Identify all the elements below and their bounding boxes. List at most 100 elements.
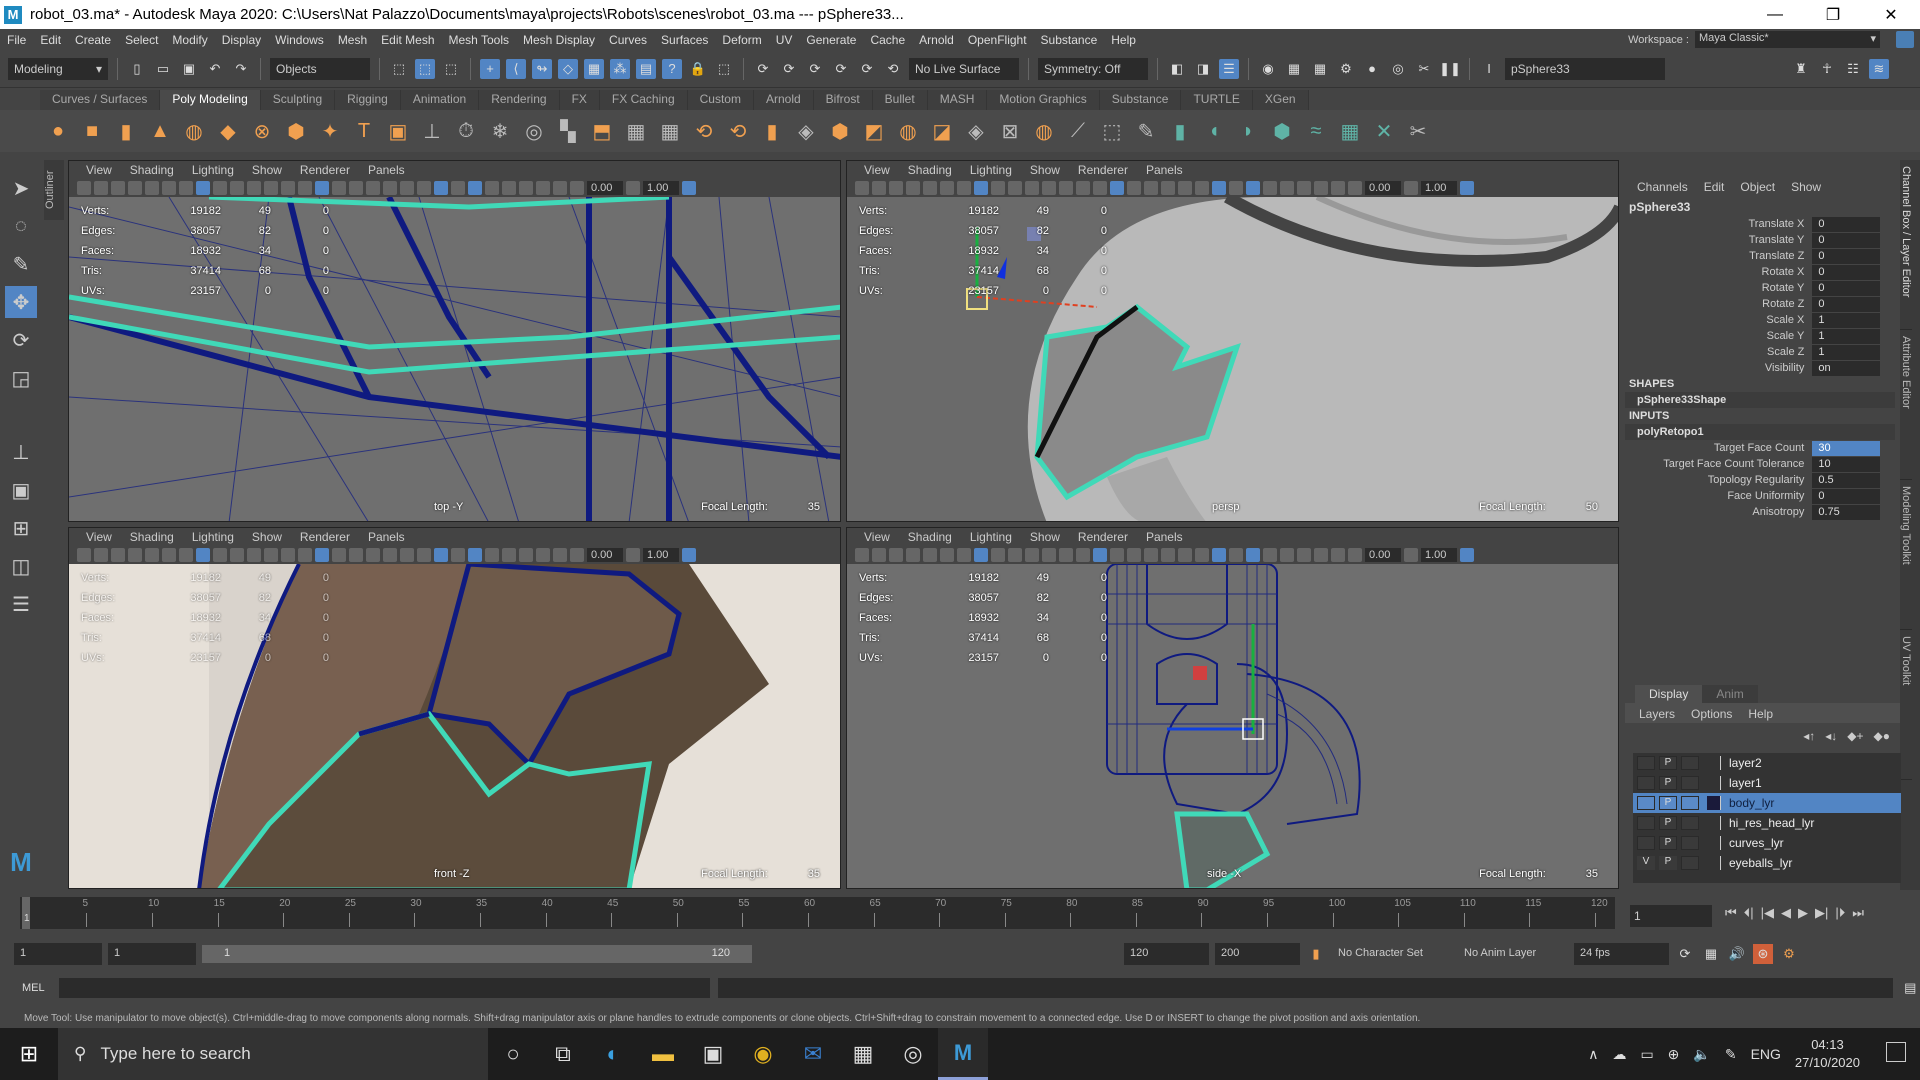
new-layer-icon[interactable]: ◆+ [1847,729,1863,743]
shelf-tab-custom[interactable]: Custom [687,90,754,110]
exposure-icon[interactable] [570,181,584,195]
save-scene-icon[interactable]: ▣ [179,59,199,79]
camera-attr-icon[interactable] [111,548,125,562]
viewport-menu-view[interactable]: View [855,530,899,544]
fps-dropdown[interactable]: 24 fps [1574,943,1669,965]
viewport-menu-shading[interactable]: Shading [121,163,183,177]
poly-disc-icon[interactable]: ⊗ [248,117,276,145]
camera-icon[interactable] [855,181,869,195]
attr-row[interactable]: Rotate Y 0 [1625,280,1880,296]
go-to-end-icon[interactable]: ⏭ [1852,905,1864,921]
xray-joints-icon[interactable] [1331,548,1345,562]
calculator-icon[interactable]: ▦ [838,1028,888,1080]
poly-cylinder-icon[interactable]: ▮ [112,117,140,145]
uv-planar-icon[interactable]: ▮ [1166,117,1194,145]
viewport-menu-lighting[interactable]: Lighting [183,530,243,544]
color-management-icon[interactable] [1460,181,1474,195]
lights-icon[interactable] [1178,548,1192,562]
step-forward-key-icon[interactable]: |⏵ [1835,905,1845,921]
anim-layer-dropdown[interactable]: No Anim Layer [1458,943,1568,965]
minimize-button[interactable]: — [1746,0,1804,29]
playback-toggle[interactable]: P [1659,796,1677,810]
default-material-icon[interactable] [1127,548,1141,562]
selection-mode-dropdown[interactable]: Objects [270,57,370,80]
bookmark-icon[interactable] [128,548,142,562]
clock[interactable]: 04:13 27/10/2020 [1795,1036,1860,1072]
attr-value[interactable]: 10 [1812,456,1880,472]
history-node-icon[interactable]: ⟳ [857,59,877,79]
construction-history-icon[interactable]: ⟳ [753,59,773,79]
camera-icon[interactable] [77,548,91,562]
play-backward-icon[interactable]: ◀ [1781,905,1791,921]
volume-icon[interactable]: 🔈 [1693,1046,1710,1063]
camera-lock-icon[interactable] [872,548,886,562]
snap-curve-icon[interactable]: ⟨ [506,58,526,79]
color-management-icon[interactable] [1460,548,1474,562]
display-type-toggle[interactable] [1681,856,1699,870]
bookmark-icon[interactable] [906,181,920,195]
xray-active-icon[interactable] [1314,548,1328,562]
exposure-icon[interactable] [570,548,584,562]
viewport-side[interactable]: View Shading Lighting Show Renderer Pane… [846,527,1619,889]
safe-title-icon[interactable] [298,181,312,195]
freeze-transform-icon[interactable]: ❄ [486,117,514,145]
toolkit-icon[interactable]: ☷ [1843,59,1863,79]
isolate-select-icon[interactable] [502,548,516,562]
boolean-icon[interactable]: ▦ [656,117,684,145]
attr-row[interactable]: Translate X 0 [1625,216,1880,232]
layer-color-swatch[interactable] [1707,796,1721,810]
layer-row[interactable]: Phi_res_head_lyr [1633,813,1901,833]
attr-value[interactable]: 1 [1812,328,1880,344]
shelf-tab-fx-caching[interactable]: FX Caching [599,90,688,110]
shadows-icon[interactable] [1195,181,1209,195]
attr-value[interactable]: 0 [1812,264,1880,280]
input-operations-icon[interactable]: ⟳ [779,59,799,79]
isolate-select-icon[interactable] [502,181,516,195]
edit-menu[interactable]: Edit [1704,180,1725,194]
gamma-icon[interactable] [626,548,640,562]
attr-row[interactable]: Scale X 1 [1625,312,1880,328]
auto-key-icon[interactable]: ▮ [1306,944,1326,964]
attr-row[interactable]: Translate Z 0 [1625,248,1880,264]
merge-icon[interactable]: ◪ [928,117,956,145]
rotate-tool-icon[interactable]: ⟳ [5,324,37,356]
attr-row[interactable]: Visibility on [1625,360,1880,376]
retopologize-icon[interactable]: ⟲ [690,117,718,145]
film-gate-icon[interactable] [991,548,1005,562]
display-type-toggle[interactable] [1681,796,1699,810]
options-menu[interactable]: Options [1691,707,1732,723]
viewport-menu-show[interactable]: Show [243,163,291,177]
ambient-occlusion-icon[interactable] [434,181,448,195]
camera-lock-icon[interactable] [94,181,108,195]
attr-row[interactable]: Rotate Z 0 [1625,296,1880,312]
default-material-icon[interactable] [349,548,363,562]
exposure-field[interactable]: 0.00 [587,548,623,562]
attr-row[interactable]: Scale Z 1 [1625,344,1880,360]
visibility-toggle[interactable] [1637,816,1655,830]
shelf-tab-motion-graphics[interactable]: Motion Graphics [987,90,1100,110]
smooth-shade-icon[interactable] [1110,548,1124,562]
layer-row[interactable]: Pbody_lyr [1633,793,1901,813]
smooth-shade-icon[interactable] [332,181,346,195]
tab-channel-box-layer-editor[interactable]: Channel Box / Layer Editor [1900,160,1912,330]
layer-color-swatch[interactable] [1707,856,1721,870]
camera-icon[interactable] [855,548,869,562]
playback-end-field[interactable]: 120 [1124,943,1209,965]
mirror-icon[interactable]: ▮ [758,117,786,145]
wireframe-icon[interactable] [1093,548,1107,562]
viewport-menu-lighting[interactable]: Lighting [961,530,1021,544]
menu-edit-mesh[interactable]: Edit Mesh [374,33,441,47]
uv-cylindrical-icon[interactable]: ◖ [1200,117,1228,145]
menu-mesh-display[interactable]: Mesh Display [516,33,602,47]
menu-mesh-tools[interactable]: Mesh Tools [442,33,516,47]
2d-pan-icon[interactable] [940,548,954,562]
viewport-menu-shading[interactable]: Shading [899,163,961,177]
grid-icon[interactable] [196,548,210,562]
exposure-field[interactable]: 0.00 [1365,181,1401,195]
display-type-toggle[interactable] [1681,816,1699,830]
image-plane-icon[interactable] [923,548,937,562]
extract-icon[interactable]: ▦ [622,117,650,145]
mel-label[interactable]: MEL [22,982,51,994]
attr-value[interactable]: 0 [1812,216,1880,232]
uv-auto-icon[interactable]: ⬢ [1268,117,1296,145]
